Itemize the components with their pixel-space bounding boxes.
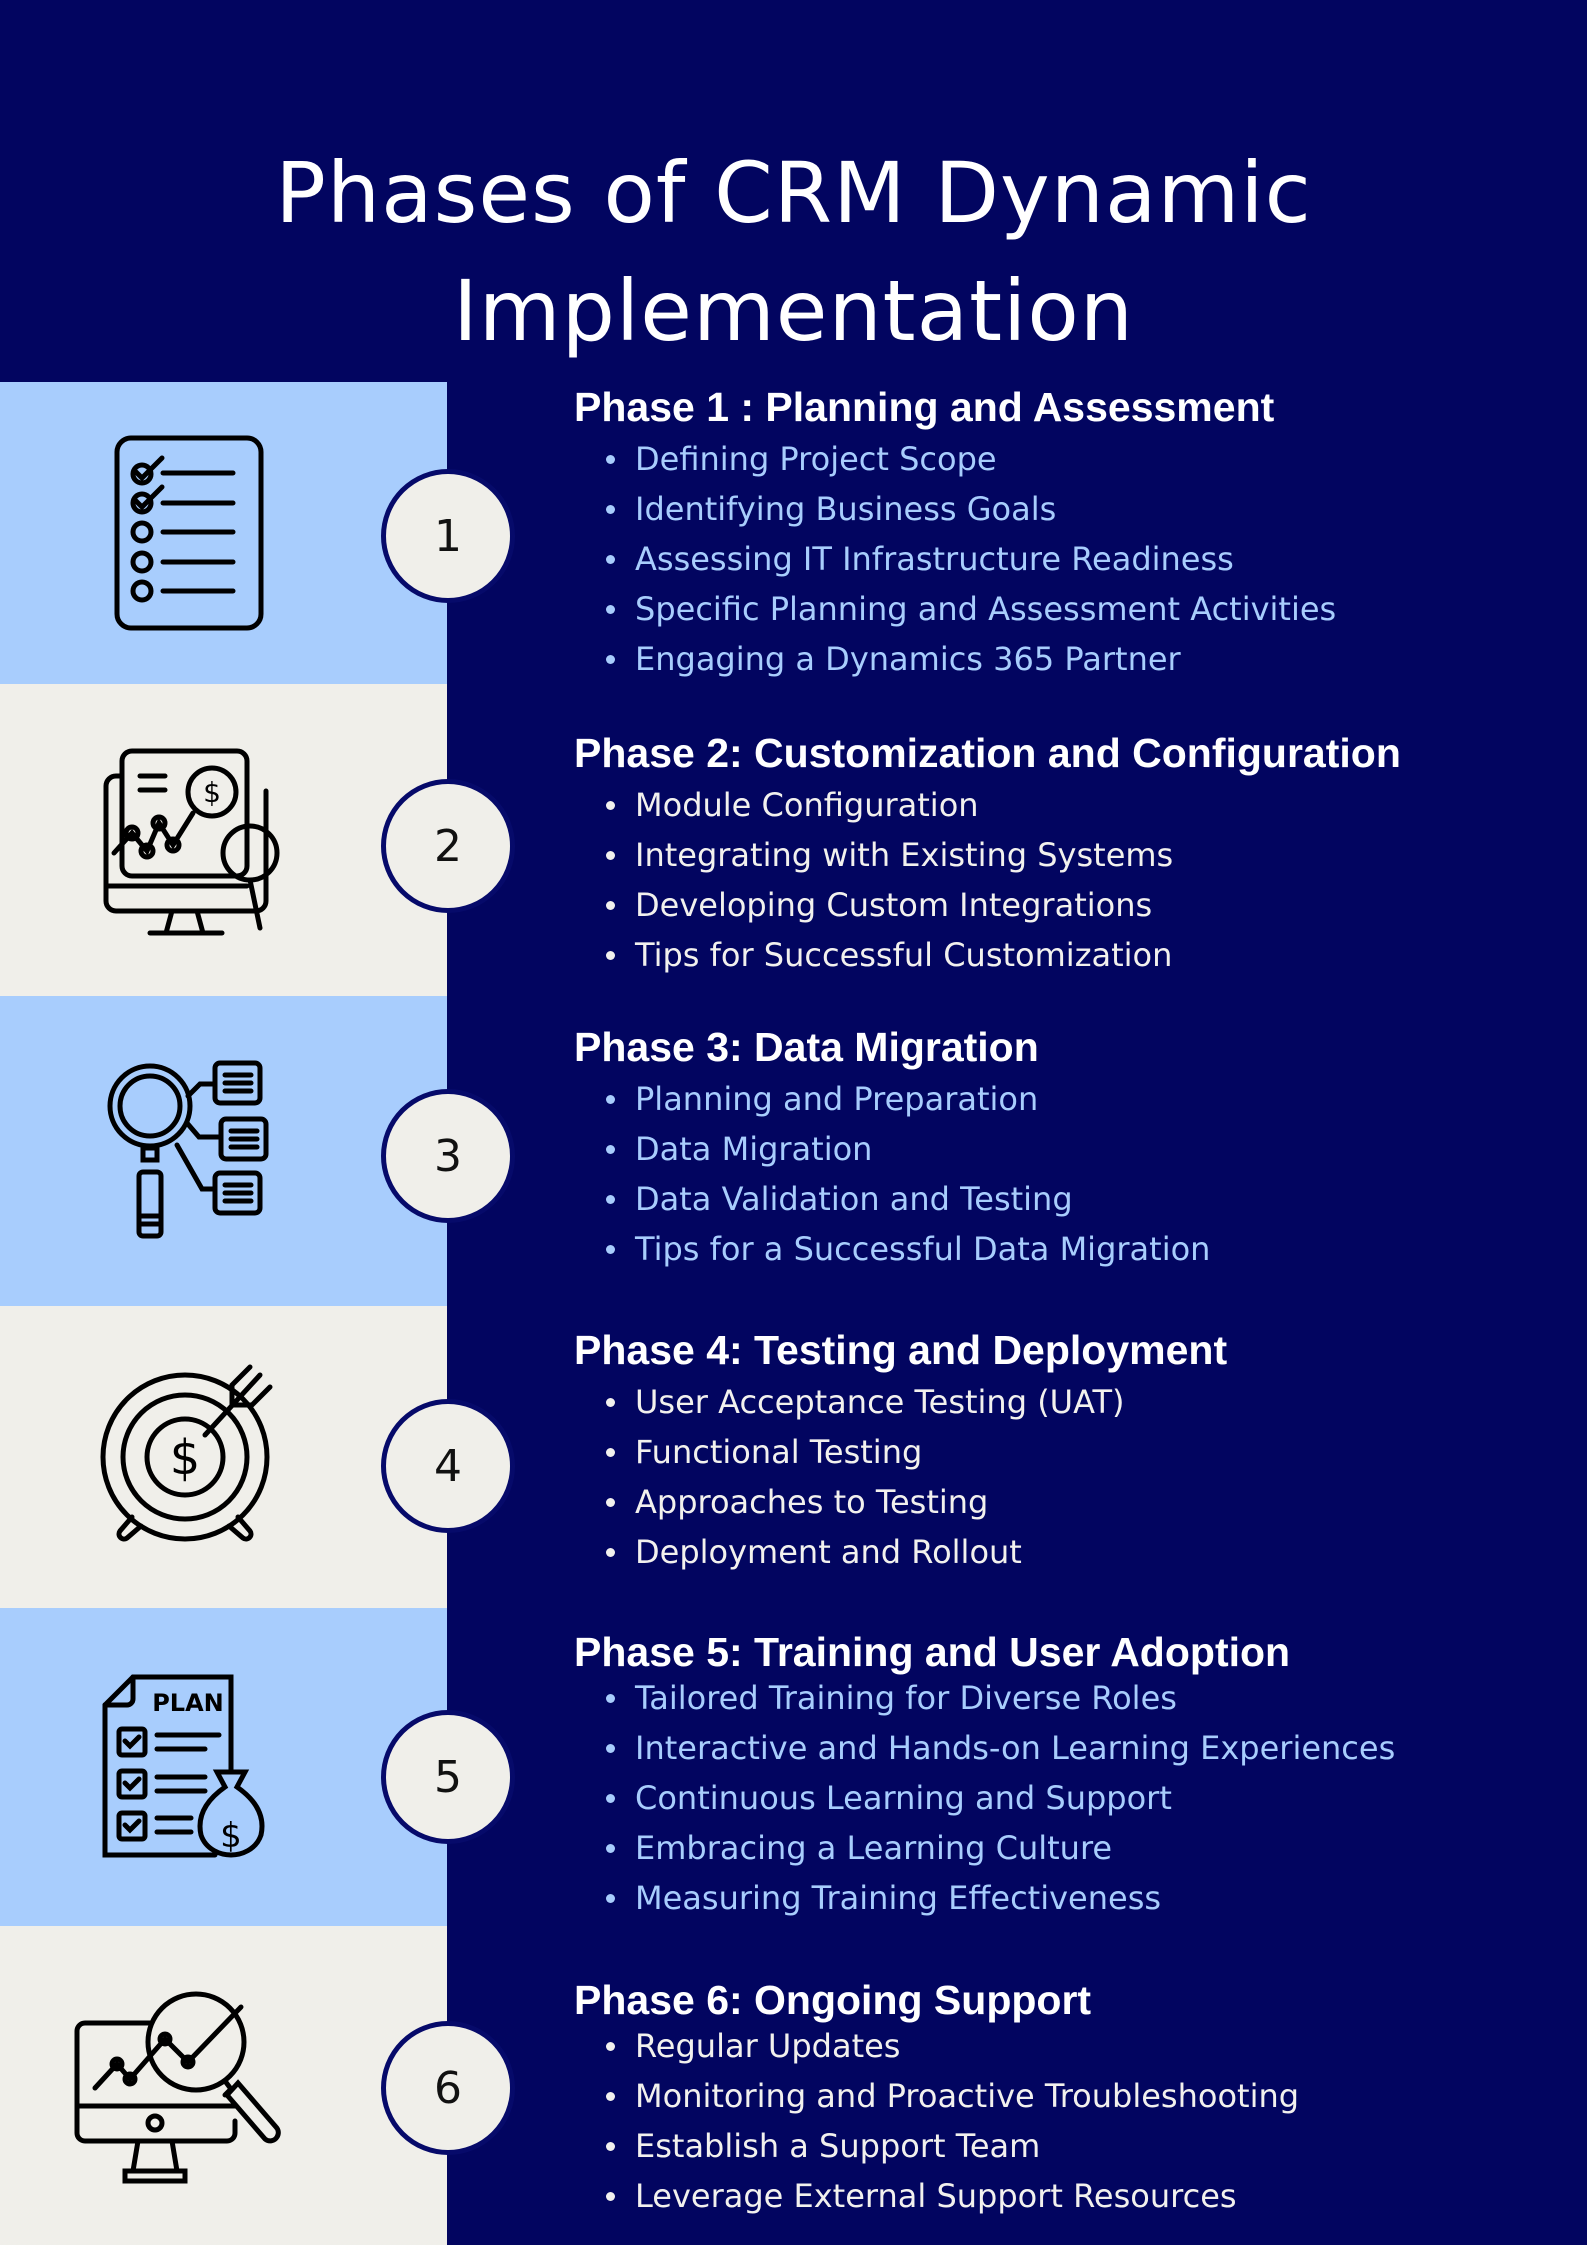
- phase-6-band: [0, 1926, 447, 2245]
- bullet-icon: [606, 901, 615, 910]
- svg-text:$: $: [220, 1816, 242, 1856]
- title-line-1: Phases of CRM Dynamic: [275, 144, 1312, 243]
- list-item: Approaches to Testing: [574, 1477, 1574, 1527]
- phase-6-section: Phase 6: Ongoing Support Regular Updates…: [574, 1975, 1574, 2221]
- phase-4-heading: Phase 4: Testing and Deployment: [574, 1327, 1228, 1373]
- bullet-icon: [606, 2142, 615, 2151]
- phase-4-section: Phase 4: Testing and Deployment User Acc…: [574, 1325, 1574, 1577]
- phase-4-number-badge: 4: [381, 1399, 515, 1533]
- phase-5-heading: Phase 5: Training and User Adoption: [574, 1629, 1291, 1675]
- bullet-icon: [606, 1894, 615, 1903]
- phase-2-number-badge: 2: [381, 779, 515, 913]
- list-item: Functional Testing: [574, 1427, 1574, 1477]
- list-item: Integrating with Existing Systems: [574, 830, 1574, 880]
- list-item: Measuring Training Effectiveness: [574, 1873, 1574, 1923]
- bullet-icon: [606, 1398, 615, 1407]
- phase-6-list: Regular Updates Monitoring and Proactive…: [574, 2021, 1574, 2221]
- phase-6-number-badge: 6: [381, 2021, 515, 2155]
- phase-1-list: Defining Project Scope Identifying Busin…: [574, 434, 1574, 684]
- checklist-icon: [0, 382, 380, 684]
- bullet-icon: [606, 1794, 615, 1803]
- bullet-icon: [606, 951, 615, 960]
- svg-text:$: $: [203, 776, 221, 809]
- phase-5-number-badge: 5: [381, 1710, 515, 1844]
- list-item: Leverage External Support Resources: [574, 2171, 1574, 2221]
- list-item: Module Configuration: [574, 780, 1574, 830]
- bullet-icon: [606, 1245, 615, 1254]
- bullet-icon: [606, 1694, 615, 1703]
- bullet-icon: [606, 1448, 615, 1457]
- phase-2-list: Module Configuration Integrating with Ex…: [574, 780, 1574, 980]
- bullet-icon: [606, 801, 615, 810]
- list-item: Identifying Business Goals: [574, 484, 1574, 534]
- bullet-icon: [606, 1195, 615, 1204]
- phase-3-list: Planning and Preparation Data Migration …: [574, 1074, 1574, 1274]
- bullet-icon: [606, 2192, 615, 2201]
- phase-4-list: User Acceptance Testing (UAT) Functional…: [574, 1377, 1574, 1577]
- bullet-icon: [606, 2042, 615, 2051]
- bullet-icon: [606, 555, 615, 564]
- phase-1-band: [0, 382, 447, 684]
- list-item: Data Validation and Testing: [574, 1174, 1574, 1224]
- phase-2-heading: Phase 2: Customization and Configuration: [574, 730, 1401, 776]
- list-item: Developing Custom Integrations: [574, 880, 1574, 930]
- svg-text:$: $: [170, 1430, 201, 1486]
- list-item: Tips for a Successful Data Migration: [574, 1224, 1574, 1274]
- phase-4-band: $: [0, 1306, 447, 1608]
- list-item: Tips for Successful Customization: [574, 930, 1574, 980]
- bullet-icon: [606, 1095, 615, 1104]
- list-item: Regular Updates: [574, 2021, 1574, 2071]
- list-item: Deployment and Rollout: [574, 1527, 1574, 1577]
- list-item: Planning and Preparation: [574, 1074, 1574, 1124]
- phase-3-heading: Phase 3: Data Migration: [574, 1024, 1039, 1070]
- page-title: Phases of CRM Dynamic Implementation: [0, 134, 1587, 370]
- list-item: Assessing IT Infrastructure Readiness: [574, 534, 1574, 584]
- bullet-icon: [606, 455, 615, 464]
- phase-5-list: Tailored Training for Diverse Roles Inte…: [574, 1673, 1574, 1923]
- bullet-icon: [606, 1548, 615, 1557]
- bullet-icon: [606, 505, 615, 514]
- svg-text:PLAN: PLAN: [152, 1689, 224, 1717]
- phase-6-heading: Phase 6: Ongoing Support: [574, 1977, 1092, 2023]
- phase-1-heading: Phase 1 : Planning and Assessment: [574, 384, 1275, 430]
- list-item: Tailored Training for Diverse Roles: [574, 1673, 1574, 1723]
- bullet-icon: [606, 1498, 615, 1507]
- phase-5-band: PLAN $: [0, 1608, 447, 1926]
- list-item: Monitoring and Proactive Troubleshooting: [574, 2071, 1574, 2121]
- list-item: Establish a Support Team: [574, 2121, 1574, 2171]
- bullet-icon: [606, 655, 615, 664]
- list-item: Engaging a Dynamics 365 Partner: [574, 634, 1574, 684]
- plan-document-money-bag-icon: PLAN $: [0, 1608, 380, 1926]
- phase-5-section: Phase 5: Training and User Adoption Tail…: [574, 1627, 1574, 1923]
- phase-3-number-badge: 3: [381, 1089, 515, 1223]
- phase-3-band: [0, 996, 447, 1306]
- magnifier-data-blocks-icon: [0, 996, 380, 1306]
- bullet-icon: [606, 1744, 615, 1753]
- phase-3-section: Phase 3: Data Migration Planning and Pre…: [574, 1022, 1574, 1274]
- list-item: Data Migration: [574, 1124, 1574, 1174]
- bullet-icon: [606, 851, 615, 860]
- monitor-chart-magnifier-icon: [0, 1926, 380, 2245]
- phase-1-section: Phase 1 : Planning and Assessment Defini…: [574, 382, 1574, 684]
- monitor-analytics-magnifier-icon: $: [0, 684, 380, 996]
- list-item: Embracing a Learning Culture: [574, 1823, 1574, 1873]
- bullet-icon: [606, 1145, 615, 1154]
- phase-2-section: Phase 2: Customization and Configuration…: [574, 728, 1574, 980]
- list-item: Interactive and Hands-on Learning Experi…: [574, 1723, 1574, 1773]
- title-line-2: Implementation: [453, 262, 1134, 361]
- bullet-icon: [606, 2092, 615, 2101]
- phase-2-band: $: [0, 684, 447, 996]
- list-item: User Acceptance Testing (UAT): [574, 1377, 1574, 1427]
- list-item: Defining Project Scope: [574, 434, 1574, 484]
- bullet-icon: [606, 605, 615, 614]
- bullet-icon: [606, 1844, 615, 1853]
- target-dollar-arrow-icon: $: [0, 1306, 380, 1608]
- list-item: Specific Planning and Assessment Activit…: [574, 584, 1574, 634]
- phase-1-number-badge: 1: [381, 469, 515, 603]
- list-item: Continuous Learning and Support: [574, 1773, 1574, 1823]
